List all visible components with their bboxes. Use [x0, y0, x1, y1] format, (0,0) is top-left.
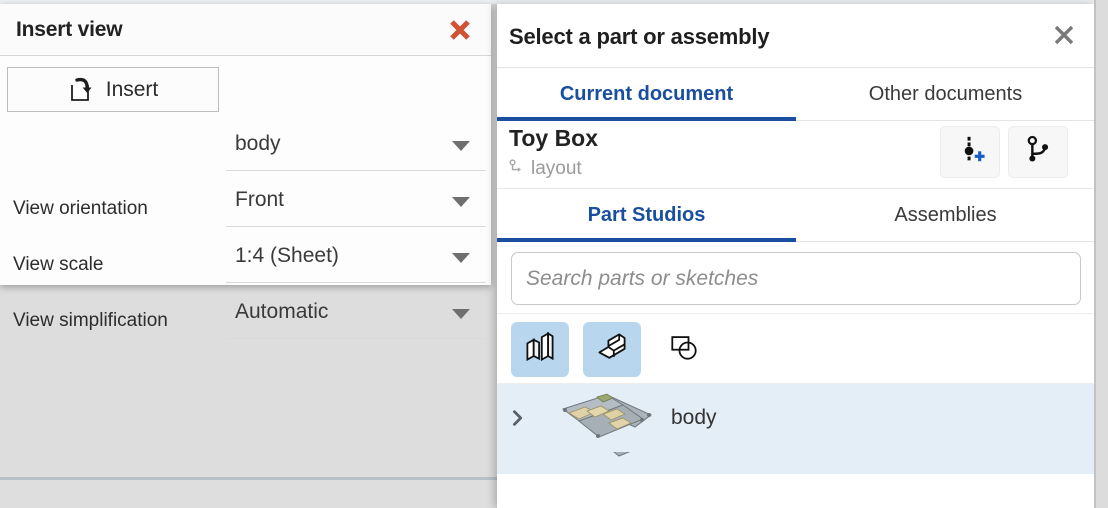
document-info-row: Toy Box layout [497, 121, 1095, 189]
select-part-or-assembly-panel: Select a part or assembly Current docume… [497, 4, 1095, 508]
branch-button[interactable] [1008, 126, 1068, 178]
view-orientation-label: View orientation [13, 198, 148, 220]
part-select-value: body [235, 132, 281, 156]
view-simplification-label: View simplification [13, 310, 168, 332]
screen: Insert view Insert View orientation [0, 0, 1108, 508]
version-plus-icon [954, 134, 986, 171]
solid-lshape-icon [594, 329, 630, 370]
insert-view-header: Insert view [0, 4, 491, 56]
view-orientation-dropdown[interactable]: Front [226, 177, 486, 227]
tab-current-document-label: Current document [560, 83, 733, 106]
view-simplification-dropdown[interactable]: Automatic [226, 289, 486, 339]
tab-part-studios[interactable]: Part Studios [497, 189, 796, 241]
tab-assemblies[interactable]: Assemblies [796, 189, 1095, 241]
tab-other-documents[interactable]: Other documents [796, 68, 1095, 120]
document-branch-label: layout [531, 158, 582, 180]
part-select-dropdown[interactable]: body [226, 121, 486, 171]
chevron-right-icon[interactable] [497, 408, 539, 428]
insert-into-box-icon [68, 77, 94, 103]
content-type-tabs: Part Studios Assemblies [497, 189, 1095, 242]
view-scale-dropdown[interactable]: 1:4 (Sheet) [226, 233, 486, 283]
close-icon[interactable] [1050, 21, 1078, 49]
insert-button[interactable]: Insert [7, 67, 219, 112]
sketches-filter-button[interactable] [655, 322, 713, 377]
tab-assemblies-label: Assemblies [894, 204, 996, 227]
panel-right-edge [1095, 0, 1108, 508]
tab-other-documents-label: Other documents [869, 83, 1022, 106]
part-studio-thumbnail [539, 387, 671, 449]
search-area [497, 242, 1095, 314]
search-box[interactable] [511, 252, 1081, 305]
list-item[interactable]: body [497, 384, 1095, 452]
add-version-button[interactable] [940, 126, 1000, 178]
branch-icon [509, 158, 525, 180]
view-scale-label: View scale [13, 254, 103, 276]
chevron-down-icon [452, 253, 470, 263]
select-panel-title: Select a part or assembly [509, 24, 769, 50]
part-studio-thumbnail [559, 452, 691, 473]
chevron-down-icon [452, 197, 470, 207]
chevron-down-icon [452, 141, 470, 151]
insert-button-label: Insert [106, 78, 159, 102]
tab-current-document[interactable]: Current document [497, 68, 796, 120]
parts-filter-button[interactable] [511, 322, 569, 377]
page-title: Insert view [16, 18, 122, 42]
document-branch: layout [509, 158, 582, 180]
view-orientation-value: Front [235, 188, 284, 212]
parts-blocks-icon [522, 329, 558, 370]
list-item-label: body [671, 406, 717, 430]
surfaces-filter-button[interactable] [583, 322, 641, 377]
view-simplification-value: Automatic [235, 300, 328, 324]
document-scope-tabs: Current document Other documents [497, 68, 1095, 121]
parts-list: body [497, 384, 1095, 474]
panel-right-edge-line [1094, 0, 1096, 508]
select-panel-header: Select a part or assembly [497, 4, 1095, 68]
tab-part-studios-label: Part Studios [588, 204, 706, 227]
branch-icon [1022, 134, 1054, 171]
close-icon[interactable] [447, 17, 473, 43]
view-scale-value: 1:4 (Sheet) [235, 244, 339, 268]
search-input[interactable] [512, 253, 1080, 304]
insert-view-body: Insert View orientation View scale View … [0, 56, 491, 284]
chevron-down-icon [452, 309, 470, 319]
document-name: Toy Box [509, 125, 598, 152]
sketch-shapes-icon [666, 329, 702, 370]
insert-view-dialog: Insert view Insert View orientation [0, 4, 491, 285]
filter-toolbar [497, 314, 1095, 384]
list-item[interactable] [497, 452, 1095, 474]
